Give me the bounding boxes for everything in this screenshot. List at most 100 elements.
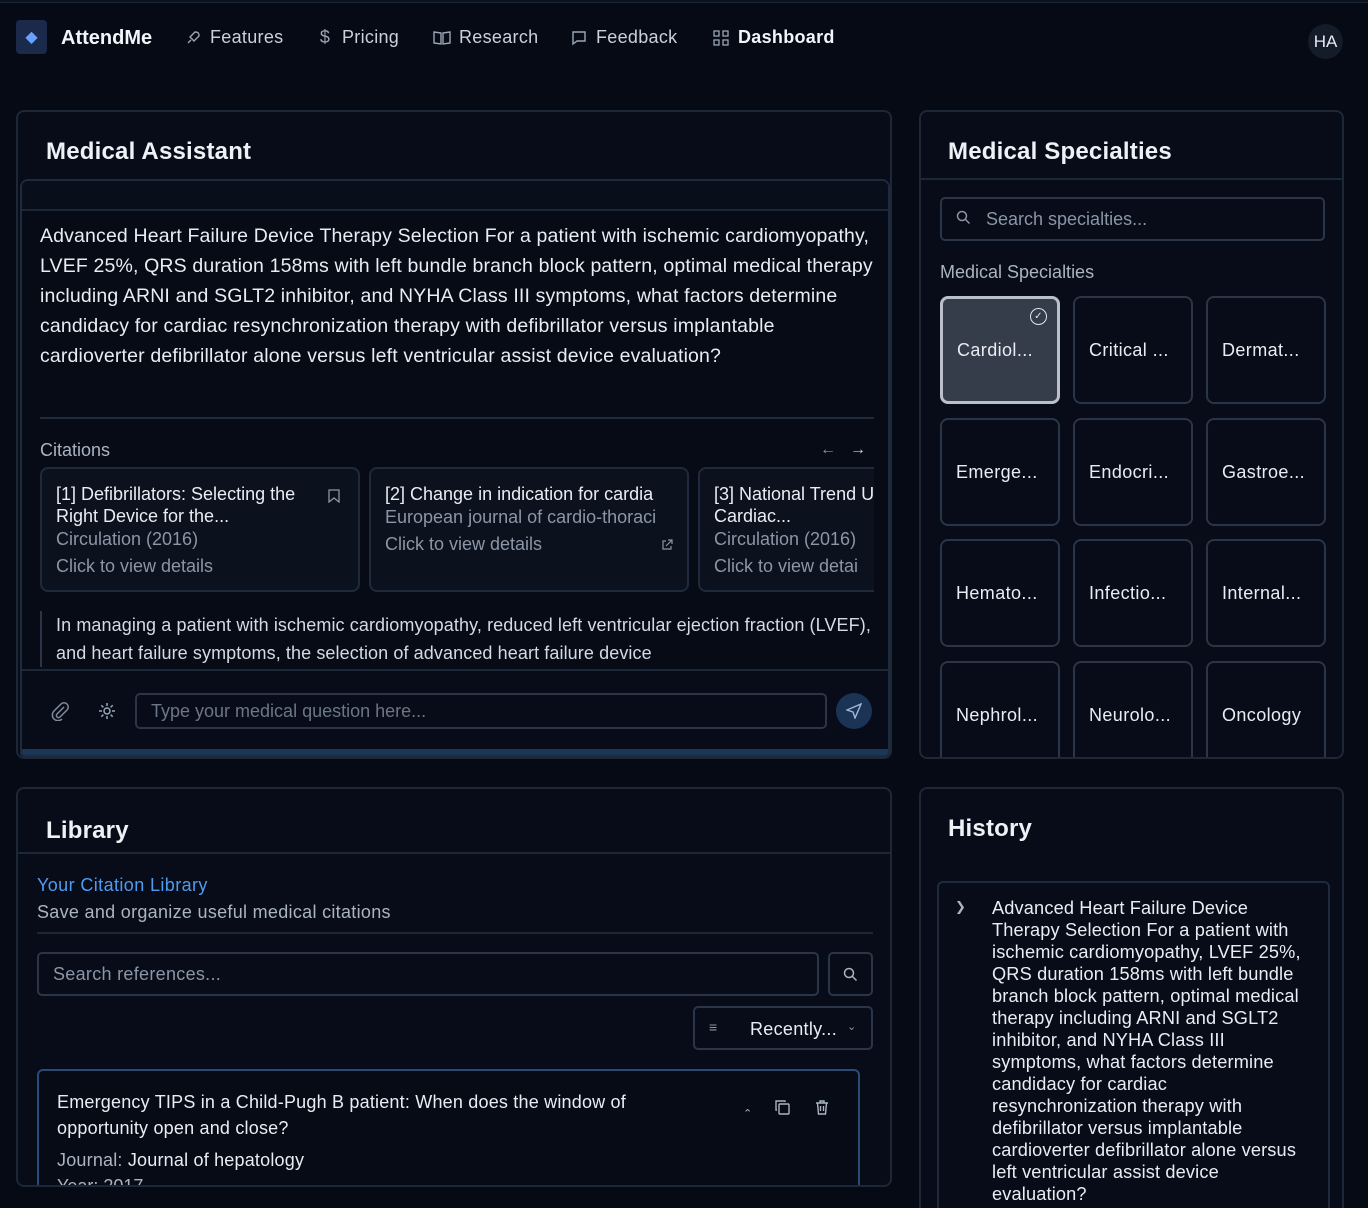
citation-title: [2] Change in indication for cardia xyxy=(385,484,654,504)
grid-icon xyxy=(712,29,730,47)
specialty-tile-endocrinology[interactable]: Endocri... xyxy=(1073,418,1193,526)
specialty-label: Internal... xyxy=(1222,582,1302,603)
nav-item-dashboard[interactable]: Dashboard xyxy=(712,27,835,48)
section-label: Medical Specialties xyxy=(940,262,1095,282)
chat-container: Advanced Heart Failure Device Therapy Se… xyxy=(20,179,890,757)
bookmark-icon[interactable] xyxy=(328,489,340,506)
chat-header-bar xyxy=(22,181,888,211)
reference-card[interactable]: Emergency TIPS in a Child-Pugh B patient… xyxy=(37,1069,860,1187)
search-icon xyxy=(843,967,858,981)
nav-label: Dashboard xyxy=(738,27,835,47)
specialty-tile-internal[interactable]: Internal... xyxy=(1206,539,1326,647)
dollar-icon: $ xyxy=(319,27,331,47)
journal-key: Journal: xyxy=(57,1150,123,1170)
specialty-label: Nephrol... xyxy=(956,704,1039,725)
specialty-tile-neurology[interactable]: Neurolo... xyxy=(1073,661,1193,757)
specialty-label: Critical ... xyxy=(1089,339,1169,360)
citation-action: Click to view detai xyxy=(714,556,859,576)
reference-search-input[interactable] xyxy=(37,952,819,996)
specialty-search-input[interactable] xyxy=(986,205,1316,233)
message-icon xyxy=(570,29,588,47)
specialty-tile-emergency[interactable]: Emerge... xyxy=(940,418,1060,526)
specialty-label: Gastroe... xyxy=(1222,461,1306,482)
citation-card[interactable]: [1] Defibrillators: Selecting the Right … xyxy=(40,467,360,592)
send-button[interactable] xyxy=(836,693,872,729)
specialty-tile-critical-care[interactable]: Critical ... xyxy=(1073,296,1193,404)
citation-title: [3] National Trend Use of Cardiac... xyxy=(714,484,874,526)
top-nav: ◆ AttendMe Features $ Pricing Research F… xyxy=(0,3,1368,75)
paperclip-icon[interactable] xyxy=(50,701,70,726)
search-icon xyxy=(956,210,971,229)
nav-item-research[interactable]: Research xyxy=(433,27,538,48)
nav-item-pricing[interactable]: $ Pricing xyxy=(316,27,399,48)
specialties-panel: Medical Specialties Medical Specialties … xyxy=(919,110,1344,759)
specialty-label: Infectio... xyxy=(1089,582,1167,603)
citation-card[interactable]: [3] National Trend Use of Cardiac... Cir… xyxy=(698,467,874,592)
nav-label: Features xyxy=(210,27,284,47)
question-input[interactable] xyxy=(135,693,827,729)
check-circle-icon: ✓ xyxy=(1030,308,1047,325)
library-panel: Library Your Citation Library Save and o… xyxy=(16,787,892,1187)
divider xyxy=(921,178,1342,180)
user-question: Advanced Heart Failure Device Therapy Se… xyxy=(40,225,873,367)
send-icon xyxy=(846,703,862,719)
assistant-answer: In managing a patient with ischemic card… xyxy=(40,611,874,667)
sort-select[interactable]: ≡ Recently... ⌄ xyxy=(693,1006,873,1050)
chevron-right-icon[interactable]: ❯ xyxy=(955,899,966,915)
specialty-tile-gastroenterology[interactable]: Gastroe... xyxy=(1206,418,1326,526)
specialty-label: Emerge... xyxy=(956,461,1038,482)
specialty-tile-infectious[interactable]: Infectio... xyxy=(1073,539,1193,647)
citations-carousel: [1] Defibrillators: Selecting the Right … xyxy=(40,467,874,593)
library-subtitle: Save and organize useful medical citatio… xyxy=(37,902,391,922)
specialty-search[interactable] xyxy=(940,197,1325,241)
citation-journal: Circulation (2016) xyxy=(56,529,199,549)
arrow-left-icon[interactable]: ← xyxy=(820,441,836,459)
nav-item-features[interactable]: Features xyxy=(184,27,283,48)
nav-label: Pricing xyxy=(342,27,400,47)
search-button[interactable] xyxy=(828,952,873,996)
specialty-tile-oncology[interactable]: Oncology xyxy=(1206,661,1326,757)
arrow-right-icon[interactable]: → xyxy=(850,441,866,459)
specialty-tile-nephrology[interactable]: Nephrol... xyxy=(940,661,1060,757)
assistant-panel: Medical Assistant Advanced Heart Failure… xyxy=(16,110,892,759)
copy-icon[interactable] xyxy=(774,1099,791,1120)
nav-label: Research xyxy=(459,27,539,47)
rocket-icon xyxy=(184,29,202,47)
trash-icon[interactable] xyxy=(814,1099,830,1120)
reference-year: Year: 2017 xyxy=(57,1176,144,1187)
avatar[interactable]: HA xyxy=(1308,24,1343,59)
history-text: Advanced Heart Failure Device Therapy Se… xyxy=(992,898,1301,1204)
citation-card[interactable]: [2] Change in indication for cardia Euro… xyxy=(369,467,689,592)
panel-title: History xyxy=(948,815,1033,842)
settings-icon[interactable] xyxy=(97,701,117,726)
citations-label: Citations xyxy=(40,440,111,460)
nav-label: Feedback xyxy=(596,27,678,47)
panel-title: Medical Assistant xyxy=(46,138,252,165)
citation-action: Click to view details xyxy=(56,556,214,576)
brand-name[interactable]: AttendMe xyxy=(61,27,152,50)
chevron-up-icon[interactable]: ⌃ xyxy=(743,1107,752,1120)
specialty-tile-dermatology[interactable]: Dermat... xyxy=(1206,296,1326,404)
sort-label: Recently... xyxy=(750,1019,837,1039)
panel-title: Medical Specialties xyxy=(948,138,1172,165)
specialty-tile-cardiology[interactable]: Cardiol... ✓ xyxy=(940,296,1060,404)
history-item[interactable]: ❯ Advanced Heart Failure Device Therapy … xyxy=(937,881,1330,1208)
chevron-down-icon: ⌄ xyxy=(847,1021,857,1033)
book-icon xyxy=(433,29,451,47)
panel-title: Library xyxy=(46,817,129,844)
specialty-label: Oncology xyxy=(1222,704,1302,725)
reference-title: Emergency TIPS in a Child-Pugh B patient… xyxy=(57,1092,626,1138)
composer-bar xyxy=(22,669,888,755)
composer-accent-bar xyxy=(22,749,888,755)
external-link-icon[interactable] xyxy=(661,539,673,554)
specialty-label: Endocri... xyxy=(1089,461,1170,482)
divider xyxy=(37,932,873,934)
citation-journal: European journal of cardio-thoraci xyxy=(385,507,657,527)
nav-item-feedback[interactable]: Feedback xyxy=(570,27,677,48)
specialty-label: Dermat... xyxy=(1222,339,1300,360)
specialty-label: Cardiol... xyxy=(957,339,1034,360)
divider xyxy=(18,852,890,854)
logo-icon[interactable]: ◆ xyxy=(16,20,47,54)
citation-library-link[interactable]: Your Citation Library xyxy=(37,875,208,896)
specialty-tile-hematology[interactable]: Hemato... xyxy=(940,539,1060,647)
